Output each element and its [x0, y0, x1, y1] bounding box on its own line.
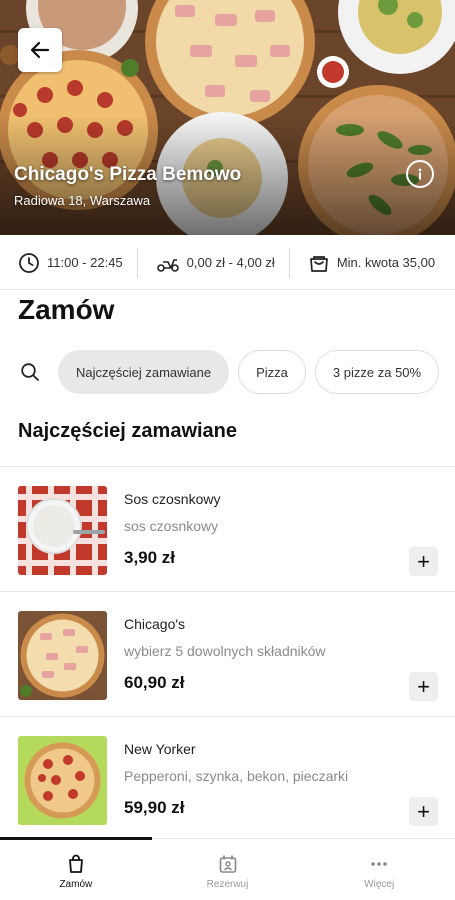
plus-icon: +: [417, 673, 430, 699]
item-image: [18, 736, 107, 825]
chicagos-pizza-photo: [18, 611, 107, 700]
tab-order-label: Zamów: [59, 878, 93, 890]
item-name: New Yorker: [124, 741, 196, 757]
item-description: Pepperoni, szynka, bekon, pieczarki: [124, 768, 349, 784]
item-description: sos czosnkowy: [124, 518, 219, 534]
add-to-cart-button[interactable]: +: [409, 797, 438, 826]
bag-icon: [68, 854, 83, 873]
item-price: 59,90 zł: [124, 798, 185, 817]
opening-hours: 11:00 - 22:45: [0, 248, 137, 278]
tab-order[interactable]: Zamów: [0, 839, 152, 900]
menu-item[interactable]: Chicago's wybierz 5 dowolnych składników…: [0, 592, 455, 717]
restaurant-address: Radiowa 18, Warszawa: [14, 193, 151, 208]
chip-pizza[interactable]: Pizza: [238, 350, 306, 394]
delivery-fee-text: 0,00 zł - 4,00 zł: [186, 255, 275, 270]
tab-more-label: Więcej: [364, 878, 395, 890]
calendar-person-icon: [219, 854, 236, 873]
clock-icon: [19, 252, 39, 273]
restaurant-hero-image: Chicago's Pizza Bemowo Radiowa 18, Warsz…: [0, 0, 455, 235]
info-button[interactable]: [406, 160, 434, 188]
active-tab-indicator: [0, 837, 152, 840]
item-description: wybierz 5 dowolnych składników: [124, 643, 326, 659]
item-price: 3,90 zł: [124, 548, 176, 567]
arrow-left-icon: [30, 41, 50, 59]
category-chips: Najczęściej zamawiane Pizza 3 pizze za 5…: [0, 349, 455, 395]
new-yorker-pizza-photo: [18, 736, 107, 825]
item-price: 60,90 zł: [124, 673, 185, 692]
add-to-cart-button[interactable]: +: [409, 547, 438, 576]
back-button[interactable]: [18, 28, 62, 72]
scooter-icon: [156, 258, 179, 272]
minimum-order: Min. kwota 35,00: [288, 247, 449, 278]
search-button[interactable]: [0, 362, 58, 382]
plus-icon: +: [417, 798, 430, 824]
basket-icon: [309, 255, 328, 272]
info-icon: [418, 168, 422, 180]
item-name: Chicago's: [124, 616, 186, 632]
minimum-order-text: Min. kwota 35,00: [336, 255, 436, 270]
menu-item[interactable]: Sos czosnkowy sos czosnkowy 3,90 zł +: [0, 467, 455, 592]
search-icon: [21, 363, 39, 381]
delivery-fee: 0,00 zł - 4,00 zł: [136, 247, 289, 278]
restaurant-name: Chicago's Pizza Bemowo: [14, 164, 242, 185]
tab-reserve-label: Rezerwuj: [206, 878, 249, 890]
add-to-cart-button[interactable]: +: [409, 672, 438, 701]
restaurant-info-strip: 11:00 - 22:45 0,00 zł - 4,00 zł Min. kwo…: [0, 236, 455, 290]
section-title: Najczęściej zamawiane: [18, 420, 238, 442]
opening-hours-text: 11:00 - 22:45: [47, 255, 123, 270]
tab-more[interactable]: Więcej: [303, 839, 455, 900]
bottom-navigation: Zamów Rezerwuj Więcej: [0, 837, 455, 900]
tab-reserve[interactable]: Rezerwuj: [152, 839, 304, 900]
menu-item[interactable]: New Yorker Pepperoni, szynka, bekon, pie…: [0, 717, 455, 842]
plus-icon: +: [417, 548, 430, 574]
chip-most-ordered[interactable]: Najczęściej zamawiane: [58, 350, 230, 394]
item-image: [18, 486, 107, 575]
chip-3-pizzas-promo[interactable]: 3 pizze za 50%: [314, 350, 440, 394]
more-dots-icon: [371, 861, 387, 866]
item-name: Sos czosnkowy: [124, 491, 221, 507]
garlic-sauce-photo: [18, 486, 107, 575]
page-title: Zamów: [18, 294, 115, 325]
item-image: [18, 611, 107, 700]
